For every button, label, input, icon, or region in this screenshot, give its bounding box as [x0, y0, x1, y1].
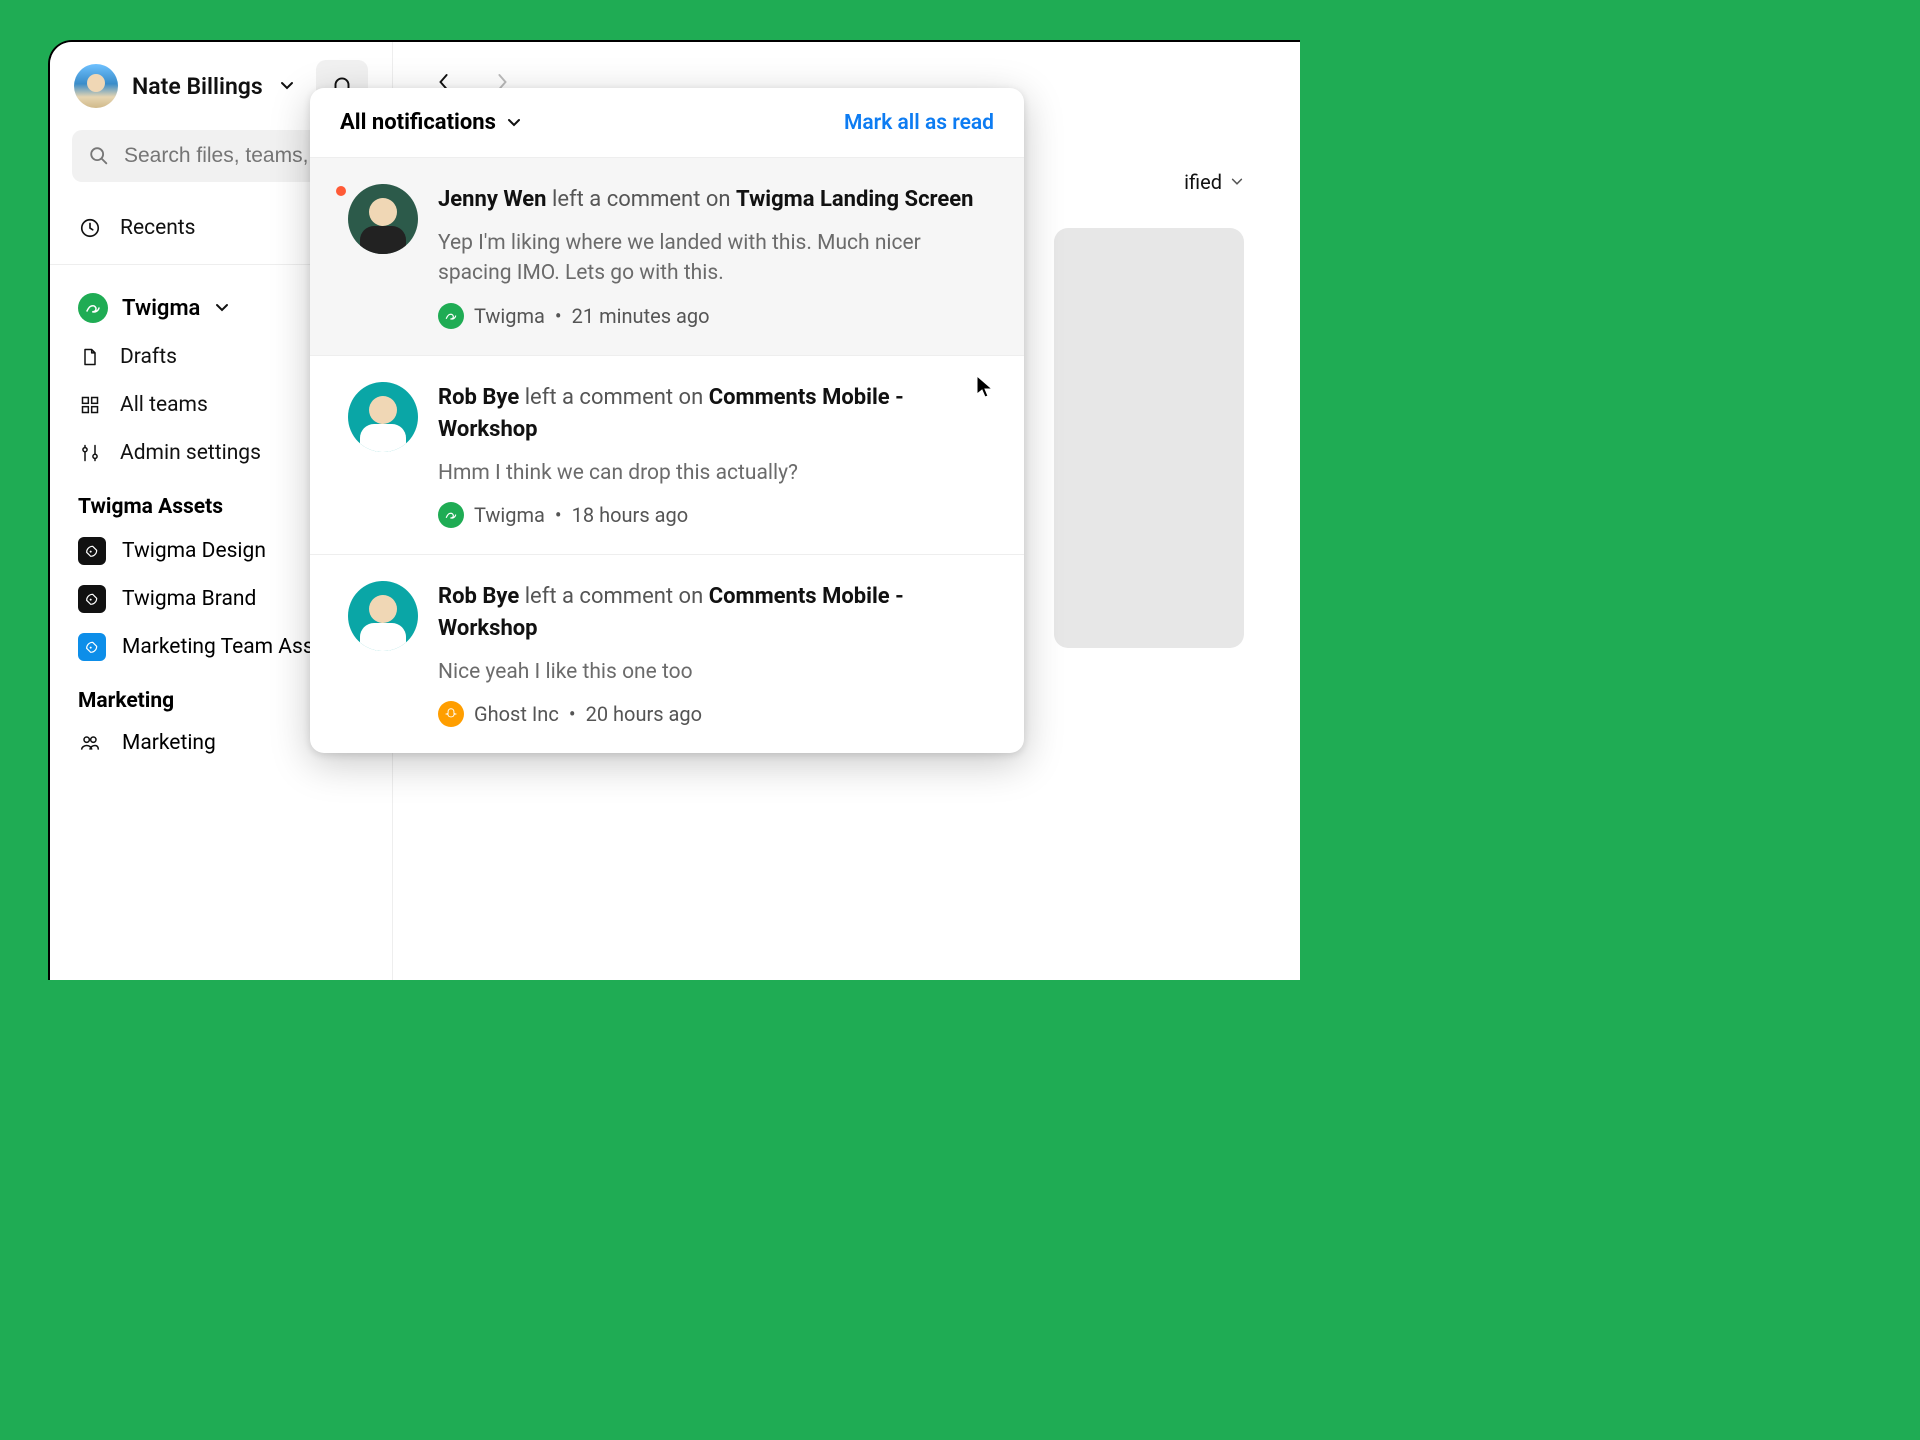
people-icon — [78, 733, 106, 753]
asset-label: Twigma Brand — [122, 587, 256, 611]
nav-label: Admin settings — [120, 441, 261, 465]
notification-title: Rob Bye left a comment on Comments Mobil… — [438, 382, 994, 446]
search-icon — [88, 145, 110, 167]
notification-body: Rob Bye left a comment on Comments Mobil… — [438, 382, 994, 528]
asset-label: Marketing — [122, 731, 216, 755]
notification-item[interactable]: Jenny Wen left a comment on Twigma Landi… — [310, 158, 1024, 356]
notifications-filter[interactable]: All notifications — [340, 110, 522, 135]
mark-all-read-button[interactable]: Mark all as read — [844, 111, 994, 135]
sort-dropdown[interactable]: ified — [1184, 170, 1244, 194]
team-name: Twigma — [122, 296, 200, 321]
notification-avatar — [348, 581, 418, 651]
chevron-down-icon — [1230, 175, 1244, 189]
notification-body: Jenny Wen left a comment on Twigma Landi… — [438, 184, 994, 329]
file-icon — [78, 346, 102, 368]
notifications-header: All notifications Mark all as read — [310, 88, 1024, 158]
chevron-down-icon — [214, 300, 230, 316]
notification-meta: Ghost Inc • 20 hours ago — [438, 701, 994, 727]
pen-icon — [78, 585, 106, 613]
clock-icon — [78, 217, 102, 239]
workspace-badge-icon — [438, 303, 464, 329]
asset-label: Twigma Design — [122, 539, 266, 563]
filter-label: All notifications — [340, 110, 496, 135]
file-thumbnail[interactable] — [1054, 228, 1244, 648]
user-name: Nate Billings — [132, 73, 263, 100]
notification-text: Hmm I think we can drop this actually? — [438, 458, 994, 488]
notification-title: Rob Bye left a comment on Comments Mobil… — [438, 581, 994, 645]
notification-title: Jenny Wen left a comment on Twigma Landi… — [438, 184, 994, 216]
notification-item[interactable]: Rob Bye left a comment on Comments Mobil… — [310, 356, 1024, 555]
notification-avatar — [348, 184, 418, 254]
pen-icon — [78, 537, 106, 565]
notification-body: Rob Bye left a comment on Comments Mobil… — [438, 581, 994, 727]
grid-icon — [78, 395, 102, 415]
sort-label-text: ified — [1184, 170, 1222, 194]
sliders-icon — [78, 443, 102, 463]
notification-text: Nice yeah I like this one too — [438, 657, 994, 687]
notification-meta: Twigma • 21 minutes ago — [438, 303, 994, 329]
notification-item[interactable]: Rob Bye left a comment on Comments Mobil… — [310, 555, 1024, 753]
chevron-down-icon — [279, 78, 295, 94]
pen-icon — [78, 633, 106, 661]
notification-meta: Twigma • 18 hours ago — [438, 502, 994, 528]
nav-label: Drafts — [120, 345, 177, 369]
user-avatar — [74, 64, 118, 108]
notification-avatar — [348, 382, 418, 452]
workspace-badge-icon — [438, 701, 464, 727]
team-badge-icon — [78, 293, 108, 323]
cursor-icon — [975, 374, 995, 400]
chevron-down-icon — [506, 115, 522, 131]
notification-text: Yep I'm liking where we landed with this… — [438, 228, 994, 289]
nav-label: All teams — [120, 393, 208, 417]
unread-dot-icon — [336, 186, 346, 196]
nav-label: Recents — [120, 216, 196, 240]
notifications-panel: All notifications Mark all as read Jenny… — [310, 88, 1024, 753]
workspace-badge-icon — [438, 502, 464, 528]
